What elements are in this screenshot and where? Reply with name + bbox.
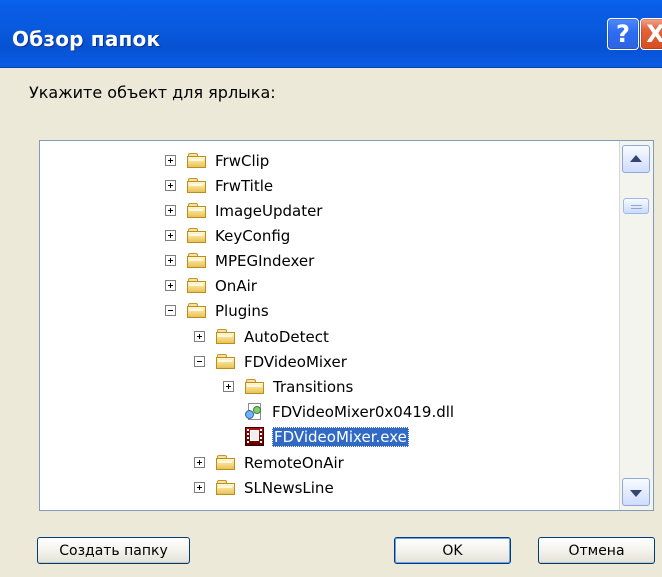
folder-icon [216,454,237,471]
tree-item-mpegindexer[interactable]: MPEGIndexer [165,249,314,272]
scroll-up-button[interactable] [622,145,650,173]
tree-item-fdvideomixer-dll[interactable]: FDVideoMixer0x0419.dll [245,400,454,423]
folder-icon [216,353,237,370]
close-icon: X [646,20,662,48]
tree-item-label: RemoteOnAir [244,453,344,472]
scrollbar-thumb[interactable] [623,198,649,214]
close-button[interactable]: X [640,18,662,50]
vertical-scrollbar[interactable] [619,141,653,510]
create-folder-button[interactable]: Создать папку [37,537,190,564]
selected-tree-item-label: FDVideoMixer.exe [272,426,409,447]
minus-icon[interactable] [165,305,176,316]
plus-icon[interactable] [194,482,205,493]
tree-item-label: FrwClip [215,151,270,170]
exe-file-icon [245,426,265,447]
plus-icon[interactable] [223,381,234,392]
folder-icon [245,378,266,395]
plus-icon[interactable] [165,180,176,191]
tree-item-autodetect[interactable]: AutoDetect [194,325,329,348]
folder-icon [187,277,208,294]
help-button[interactable]: ? [607,18,639,50]
folder-icon [216,328,237,345]
plus-icon[interactable] [165,280,176,291]
tree-content: FrwClip FrwTitle ImageUpdater KeyConfig [40,141,619,510]
plus-icon[interactable] [194,457,205,468]
cancel-button[interactable]: Отмена [538,537,655,564]
tree-item-label: ImageUpdater [215,201,323,220]
folder-icon [187,177,208,194]
tree-item-frwclip[interactable]: FrwClip [165,149,269,172]
plus-icon[interactable] [165,255,176,266]
tree-item-label: Transitions [273,377,354,396]
folder-icon [216,479,237,496]
instruction-label: Укажите объект для ярлыка: [29,83,276,102]
folder-icon [187,227,208,244]
grip-icon [631,205,642,206]
tree-item-imageupdater[interactable]: ImageUpdater [165,199,322,222]
tree-item-label: SLNewsLine [244,478,334,497]
ok-button[interactable]: OK [394,537,511,564]
tree-item-fdvideomixer[interactable]: FDVideoMixer [194,350,347,373]
chevron-down-icon [630,489,642,497]
tree-item-slnewsline[interactable]: SLNewsLine [194,476,334,499]
browse-folders-dialog: Обзор папок ? X Укажите объект для ярлык… [0,0,662,577]
chevron-up-icon [630,154,642,162]
tree-item-remoteonair[interactable]: RemoteOnAir [194,451,344,474]
plus-icon[interactable] [165,205,176,216]
scroll-down-button[interactable] [622,478,650,506]
tree-item-fdvideomixer-exe[interactable]: FDVideoMixer.exe [245,425,409,448]
window-title: Обзор папок [12,27,161,51]
folder-tree[interactable]: FrwClip FrwTitle ImageUpdater KeyConfig [39,140,654,511]
plus-icon[interactable] [165,230,176,241]
tree-item-label: KeyConfig [215,226,291,245]
tree-item-label: FDVideoMixer [244,352,347,371]
folder-icon [187,152,208,169]
tree-item-label: MPEGIndexer [215,251,315,270]
tree-item-label: OnAir [215,276,257,295]
help-icon: ? [616,20,630,48]
tree-item-transitions[interactable]: Transitions [223,375,353,398]
plus-icon[interactable] [165,155,176,166]
dll-file-icon [245,402,265,422]
tree-item-label: FDVideoMixer0x0419.dll [272,402,455,421]
minus-icon[interactable] [194,356,205,367]
tree-item-label: AutoDetect [244,327,329,346]
folder-icon [187,202,208,219]
tree-item-frwtitle[interactable]: FrwTitle [165,174,273,197]
tree-item-onair[interactable]: OnAir [165,274,257,297]
folder-icon [187,252,208,269]
tree-item-label: FrwTitle [215,176,274,195]
title-bar: Обзор папок ? X [0,0,662,68]
tree-item-keyconfig[interactable]: KeyConfig [165,224,290,247]
folder-icon [187,302,208,319]
tree-item-label: Plugins [215,301,269,320]
plus-icon[interactable] [194,331,205,342]
tree-item-plugins[interactable]: Plugins [165,299,269,322]
